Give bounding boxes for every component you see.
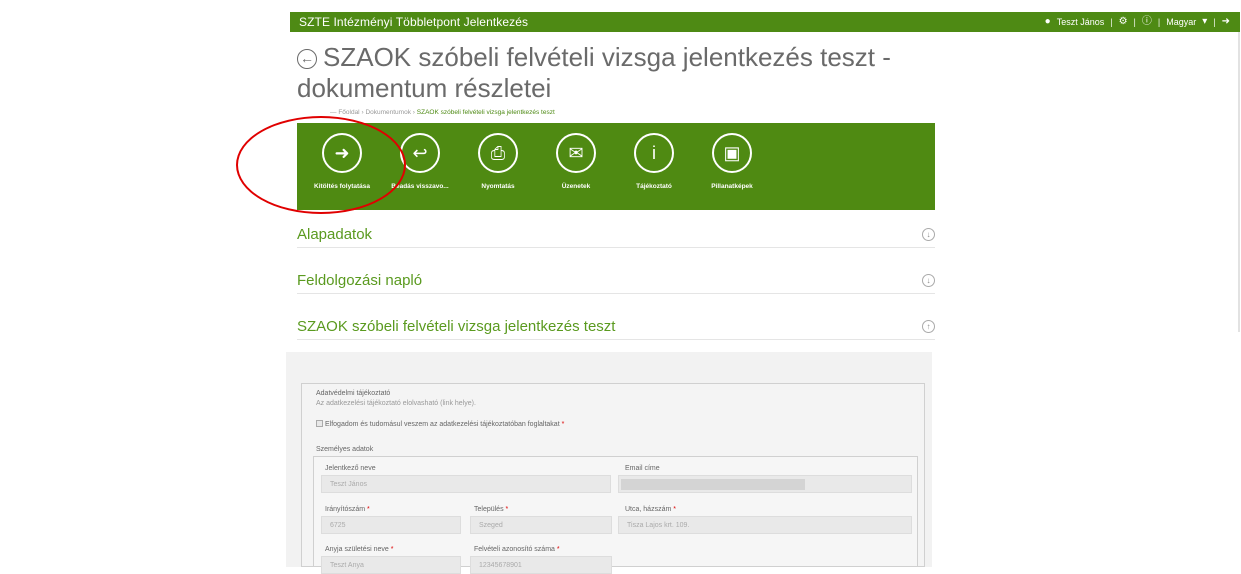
breadcrumb-home[interactable]: Főoldal bbox=[338, 109, 359, 116]
mother-name-field[interactable]: Teszt Anya bbox=[321, 556, 461, 574]
continue-filling-button[interactable]: ➜ Kitöltés folytatása bbox=[303, 123, 381, 210]
breadcrumb-documents[interactable]: Dokumentumok bbox=[365, 109, 411, 116]
help-icon[interactable]: ⓘ bbox=[1142, 17, 1152, 27]
logout-icon[interactable]: ➜ bbox=[1222, 17, 1230, 27]
divider: | bbox=[1213, 17, 1216, 27]
information-button[interactable]: i Tájékoztató bbox=[615, 123, 693, 210]
expand-icon[interactable]: ↓ bbox=[922, 228, 935, 241]
toolbar-label: Nyomtatás bbox=[481, 183, 515, 190]
gear-icon[interactable]: ⚙ bbox=[1119, 17, 1128, 27]
name-label: Jelentkező neve bbox=[325, 465, 376, 472]
redacted-email bbox=[621, 479, 805, 490]
divider: | bbox=[1157, 17, 1161, 27]
scrollbar[interactable] bbox=[1238, 32, 1240, 332]
breadcrumb-current: SZAOK szóbeli felvételi vizsga jelentkez… bbox=[416, 109, 555, 116]
personal-data-title: Személyes adatok bbox=[316, 446, 374, 453]
city-label: Település * bbox=[474, 506, 509, 513]
section-processing-log[interactable]: Feldolgozási napló ↓ bbox=[297, 268, 935, 294]
divider: | bbox=[1110, 17, 1113, 27]
language-select[interactable]: Magyar bbox=[1166, 17, 1196, 27]
printer-icon: ⎙ bbox=[478, 133, 518, 173]
back-arrow-icon[interactable]: ← bbox=[297, 49, 317, 69]
divider: | bbox=[1133, 17, 1136, 27]
page-title: ← SZAOK szóbeli felvételi vizsga jelentke… bbox=[297, 42, 937, 104]
consent-label: Elfogadom és tudomásul veszem az adatkez… bbox=[325, 421, 560, 428]
city-field[interactable]: Szeged bbox=[470, 516, 612, 534]
user-name[interactable]: Teszt János bbox=[1057, 17, 1105, 27]
privacy-text[interactable]: Az adatkezelési tájékoztató elolvasható … bbox=[316, 400, 476, 407]
collapse-icon[interactable]: ↑ bbox=[922, 320, 935, 333]
top-navigation-bar: SZTE Intézményi Többletpont Jelentkezés … bbox=[290, 12, 1240, 32]
section-form[interactable]: SZAOK szóbeli felvételi vizsga jelentkez… bbox=[297, 314, 935, 340]
section-basic-data[interactable]: Alapadatok ↓ bbox=[297, 222, 935, 248]
admission-id-label: Felvételi azonosító száma * bbox=[474, 546, 560, 553]
section-title: SZAOK szóbeli felvételi vizsga jelentkez… bbox=[297, 318, 616, 335]
snapshot-icon: ▣ bbox=[712, 133, 752, 173]
toolbar-label: Beadás visszavo... bbox=[391, 183, 449, 190]
withdraw-icon: ↩ bbox=[400, 133, 440, 173]
messages-button[interactable]: ✉ Üzenetek bbox=[537, 123, 615, 210]
privacy-title: Adatvédelmi tájékoztató bbox=[316, 390, 391, 397]
app-title[interactable]: SZTE Intézményi Többletpont Jelentkezés bbox=[299, 15, 528, 29]
toolbar-label: Pillanatképek bbox=[711, 183, 753, 190]
required-marker: * bbox=[561, 421, 565, 428]
name-field[interactable]: Teszt János bbox=[321, 475, 611, 493]
admission-id-field[interactable]: 12345678901 bbox=[470, 556, 612, 574]
toolbar-label: Üzenetek bbox=[561, 183, 591, 190]
zip-field[interactable]: 6725 bbox=[321, 516, 461, 534]
toolbar-label: Tájékoztató bbox=[636, 183, 672, 190]
page-title-text: SZAOK szóbeli felvételi vizsga jelentkez… bbox=[297, 42, 891, 103]
toolbar-label: Kitöltés folytatása bbox=[314, 183, 370, 190]
info-icon: i bbox=[634, 133, 674, 173]
zip-label: Irányítószám * bbox=[325, 506, 370, 513]
section-title: Feldolgozási napló bbox=[297, 272, 423, 289]
personal-data-box bbox=[313, 456, 918, 567]
withdraw-submission-button[interactable]: ↩ Beadás visszavo... bbox=[381, 123, 459, 210]
consent-checkbox[interactable] bbox=[316, 420, 323, 427]
action-toolbar: ➜ Kitöltés folytatása ↩ Beadás visszavo.… bbox=[297, 123, 935, 210]
user-icon: ● bbox=[1044, 16, 1051, 27]
street-field[interactable]: Tisza Lajos krt. 109. bbox=[618, 516, 912, 534]
mother-name-label: Anyja születési neve * bbox=[325, 546, 394, 553]
breadcrumb: — Főoldal › Dokumentumok › SZAOK szóbeli… bbox=[330, 109, 555, 116]
street-label: Utca, házszám * bbox=[625, 506, 676, 513]
chevron-down-icon[interactable]: ▾ bbox=[1202, 17, 1207, 27]
email-label: Email címe bbox=[625, 465, 660, 472]
snapshots-button[interactable]: ▣ Pillanatképek bbox=[693, 123, 771, 210]
arrow-edit-icon: ➜ bbox=[322, 133, 362, 173]
print-button[interactable]: ⎙ Nyomtatás bbox=[459, 123, 537, 210]
consent-checkbox-row[interactable]: Elfogadom és tudomásul veszem az adatkez… bbox=[316, 420, 564, 428]
user-menu: ● Teszt János | ⚙ | ⓘ | Magyar ▾ | ➜ bbox=[1044, 16, 1230, 28]
message-icon: ✉ bbox=[556, 133, 596, 173]
expand-icon[interactable]: ↓ bbox=[922, 274, 935, 287]
section-title: Alapadatok bbox=[297, 226, 373, 243]
